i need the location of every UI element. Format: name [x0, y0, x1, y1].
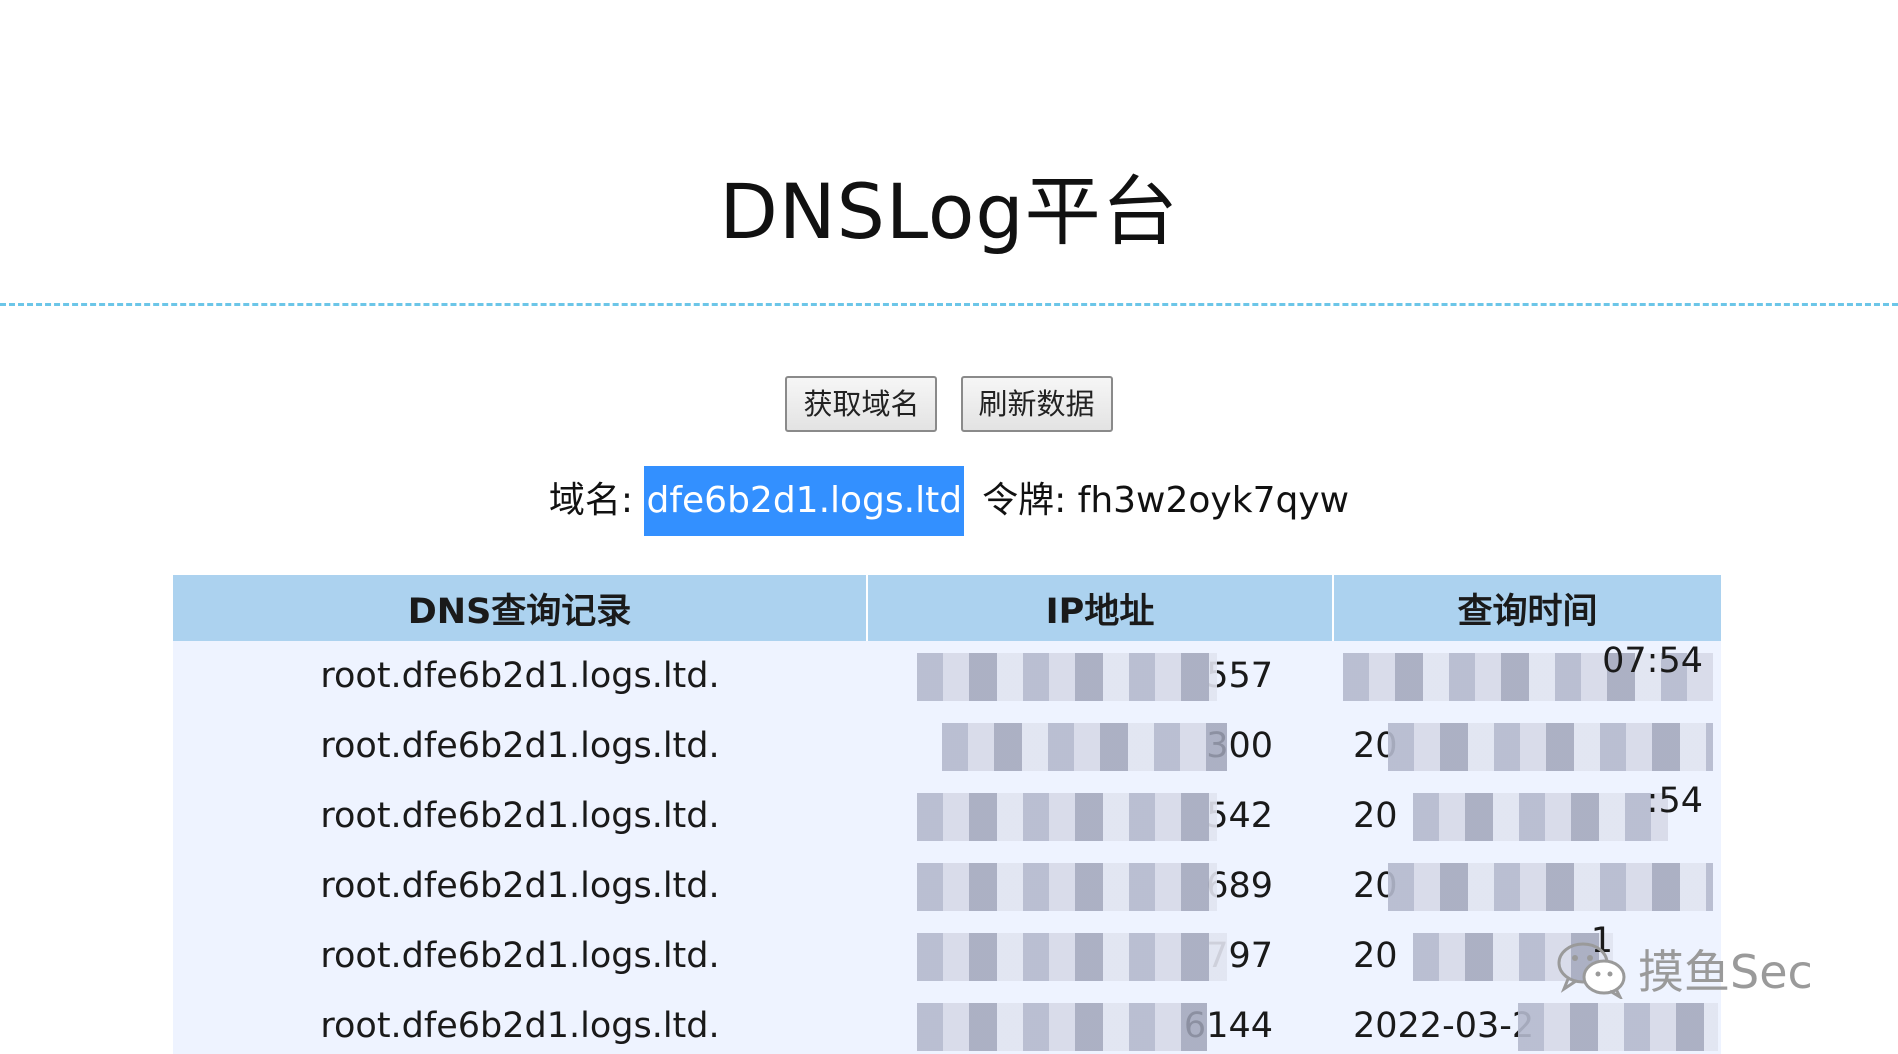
table-row: root.dfe6b2d1.logs.ltd. 797 20 1 [173, 921, 1721, 991]
table-row: root.dfe6b2d1.logs.ltd. 557 07:54 [173, 641, 1721, 711]
redaction-mosaic [917, 933, 1227, 981]
dns-record-cell: root.dfe6b2d1.logs.ltd. [320, 726, 720, 766]
page-title: DNSLog平台 [719, 167, 1179, 256]
refresh-data-button[interactable]: 刷新数据 [960, 376, 1113, 432]
time-fragment: 20 [1353, 936, 1398, 976]
table-row: root.dfe6b2d1.logs.ltd. 542 20 :54 [173, 781, 1721, 851]
table-row: root.dfe6b2d1.logs.ltd. 6144 2022-03-2 [173, 991, 1721, 1054]
dns-records-table: DNS查询记录 IP地址 查询时间 root.dfe6b2d1.logs.ltd… [173, 575, 1721, 1054]
redaction-mosaic [917, 653, 1217, 701]
redaction-mosaic [1388, 723, 1713, 771]
dashed-divider [0, 303, 1898, 306]
redaction-mosaic [1518, 1003, 1718, 1051]
dns-record-cell: root.dfe6b2d1.logs.ltd. [320, 1006, 720, 1046]
ip-cell: 542 [867, 781, 1333, 851]
time-cell: 07:54 [1333, 641, 1721, 711]
ip-cell: 689 [867, 851, 1333, 921]
redaction-mosaic [917, 863, 1217, 911]
time-fragment-end: 07:54 [1602, 641, 1703, 681]
time-fragment: 2022-03-2 [1353, 1006, 1535, 1046]
ip-cell: 300 [867, 711, 1333, 781]
redaction-mosaic [1413, 793, 1668, 841]
redaction-mosaic [917, 1003, 1207, 1051]
time-fragment: 20 [1353, 796, 1398, 836]
table-header-row: DNS查询记录 IP地址 查询时间 [173, 575, 1721, 641]
watermark: 摸鱼Sec [1556, 936, 1813, 1002]
dns-record-cell: root.dfe6b2d1.logs.ltd. [320, 936, 720, 976]
dns-record-cell: root.dfe6b2d1.logs.ltd. [320, 866, 720, 906]
header-query-time: 查询时间 [1333, 575, 1721, 641]
redaction-mosaic [942, 723, 1227, 771]
header-dns-record: DNS查询记录 [173, 575, 868, 641]
ip-cell: 797 [867, 921, 1333, 991]
ip-cell: 6144 [867, 991, 1333, 1054]
domain-value[interactable]: dfe6b2d1.logs.ltd [644, 466, 965, 536]
dns-record-cell: root.dfe6b2d1.logs.ltd. [320, 796, 720, 836]
time-cell: 20 [1333, 851, 1721, 921]
table-row: root.dfe6b2d1.logs.ltd. 300 20 [173, 711, 1721, 781]
token-value[interactable]: fh3w2oyk7qyw [1078, 480, 1349, 521]
time-cell: 20 :54 [1333, 781, 1721, 851]
dns-record-cell: root.dfe6b2d1.logs.ltd. [320, 656, 720, 696]
button-row: 获取域名 刷新数据 [0, 376, 1898, 432]
token-label: 令牌: [982, 480, 1078, 521]
redaction-mosaic [1388, 863, 1713, 911]
watermark-text: 摸鱼Sec [1638, 945, 1813, 999]
domain-label: 域名: [548, 480, 645, 521]
time-cell: 20 [1333, 711, 1721, 781]
redaction-mosaic [917, 793, 1217, 841]
domain-info: 域名: dfe6b2d1.logs.ltd 令牌: fh3w2oyk7qyw [0, 466, 1898, 536]
table-row: root.dfe6b2d1.logs.ltd. 689 20 [173, 851, 1721, 921]
time-fragment-end: :54 [1646, 781, 1703, 821]
ip-cell: 557 [867, 641, 1333, 711]
wechat-icon [1557, 942, 1626, 999]
get-domain-button[interactable]: 获取域名 [785, 376, 938, 432]
header-ip-address: IP地址 [867, 575, 1334, 641]
